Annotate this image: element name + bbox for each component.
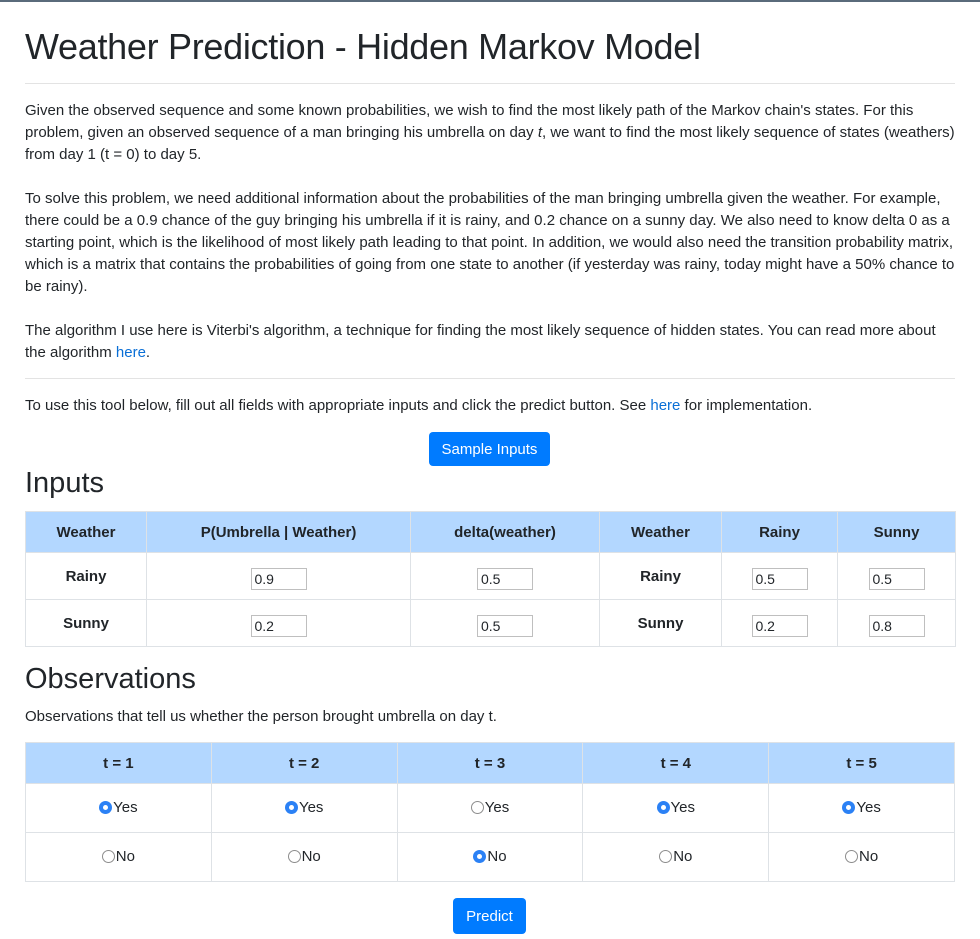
table-cell (410, 599, 600, 647)
radio-icon (659, 849, 673, 863)
radio-label: Yes (670, 798, 696, 816)
transition-sunny-sunny-input[interactable] (868, 615, 925, 637)
radio-label: No (487, 847, 507, 865)
radio-icon (284, 800, 298, 814)
algorithm-link[interactable]: here (116, 344, 146, 361)
radio-yes-t4[interactable]: Yes (656, 798, 696, 816)
radio-no-t1[interactable]: No (101, 847, 135, 865)
column-header-rainy: Rainy (721, 511, 838, 553)
table-cell: No (396, 832, 584, 882)
radio-no-t2[interactable]: No (287, 847, 321, 865)
usage-text: for implementation. (680, 397, 813, 414)
intro-paragraph-1: Given the observed sequence and some kno… (25, 100, 955, 166)
column-header-sunny: Sunny (837, 511, 956, 553)
radio-label: No (115, 847, 135, 865)
predict-button[interactable]: Predict (453, 898, 526, 934)
observations-heading: Observations (25, 663, 196, 695)
table-cell: No (582, 832, 770, 882)
column-header-t2: t = 2 (210, 742, 398, 784)
table-cell (837, 599, 956, 647)
radio-icon (845, 849, 858, 863)
delta-sunny-input[interactable] (477, 615, 533, 637)
table-cell: No (210, 832, 398, 882)
table-row: Rainy Rainy (25, 552, 956, 600)
radio-label: Yes (113, 798, 138, 816)
table-cell (721, 552, 838, 600)
intro-paragraph-3: The algorithm I use here is Viterbi's al… (25, 320, 955, 364)
yes-row: Yes Yes Yes Yes Yes (25, 783, 955, 833)
table-cell (410, 552, 600, 600)
radio-label: No (673, 847, 693, 865)
column-header-t4: t = 4 (582, 742, 770, 784)
row-label-rainy: Rainy (25, 552, 147, 600)
radio-icon (470, 800, 484, 814)
transition-rainy-rainy-input[interactable] (751, 568, 808, 590)
radio-no-t3[interactable]: No (473, 847, 507, 865)
transition-row-label-rainy: Rainy (599, 552, 722, 600)
observations-description: Observations that tell us whether the pe… (25, 708, 497, 725)
table-cell: No (768, 832, 955, 882)
radio-yes-t3[interactable]: Yes (470, 798, 510, 816)
table-cell (146, 552, 411, 600)
row-label-sunny: Sunny (25, 599, 147, 647)
observations-header-row: t = 1 t = 2 t = 3 t = 4 t = 5 (25, 742, 955, 784)
table-cell: Yes (396, 783, 584, 833)
usage-text: To use this tool below, fill out all fie… (25, 397, 651, 414)
radio-yes-t1[interactable]: Yes (99, 798, 138, 816)
table-cell: Yes (25, 783, 212, 833)
radio-icon (842, 800, 856, 814)
column-header-p-umbrella: P(Umbrella | Weather) (146, 511, 411, 553)
inputs-heading: Inputs (25, 467, 104, 499)
radio-label: No (859, 847, 879, 865)
transition-sunny-rainy-input[interactable] (751, 615, 808, 637)
radio-icon (99, 800, 113, 814)
p-umbrella-rainy-input[interactable] (250, 568, 307, 590)
window-top-border (0, 0, 980, 2)
page-title: Weather Prediction - Hidden Markov Model (25, 26, 701, 67)
observations-table: t = 1 t = 2 t = 3 t = 4 t = 5 Yes Yes Ye… (25, 742, 955, 882)
implementation-link[interactable]: here (650, 397, 680, 414)
radio-label: Yes (484, 798, 510, 816)
usage-paragraph: To use this tool below, fill out all fie… (25, 395, 955, 417)
radio-no-t5[interactable]: No (845, 848, 878, 865)
radio-icon (656, 800, 670, 814)
table-cell: Yes (582, 783, 770, 833)
intro-text: . (145, 344, 151, 361)
transition-rainy-sunny-input[interactable] (868, 568, 925, 590)
radio-yes-t5[interactable]: Yes (842, 798, 881, 816)
sample-inputs-button[interactable]: Sample Inputs (429, 432, 550, 466)
column-header-delta: delta(weather) (410, 511, 600, 553)
no-row: No No No No No (25, 832, 955, 882)
table-cell (721, 599, 838, 647)
table-row: Sunny Sunny (25, 599, 956, 647)
column-header-t1: t = 1 (25, 742, 212, 784)
divider (25, 378, 955, 379)
table-cell: Yes (768, 783, 955, 833)
inputs-header-row: Weather P(Umbrella | Weather) delta(weat… (25, 511, 956, 553)
radio-yes-t2[interactable]: Yes (284, 798, 324, 816)
radio-icon (287, 849, 301, 863)
delta-rainy-input[interactable] (477, 568, 533, 590)
radio-no-t4[interactable]: No (659, 848, 692, 865)
column-header-weather: Weather (25, 511, 147, 553)
divider (25, 83, 955, 84)
column-header-weather-transition: Weather (599, 511, 722, 553)
intro-text: The algorithm I use here is Viterbi's al… (25, 322, 936, 361)
p-umbrella-sunny-input[interactable] (250, 615, 307, 637)
table-cell (146, 599, 411, 647)
column-header-t5: t = 5 (768, 742, 955, 784)
table-cell (837, 552, 956, 600)
inputs-table: Weather P(Umbrella | Weather) delta(weat… (25, 511, 956, 647)
intro-paragraph-2: To solve this problem, we need additiona… (25, 190, 955, 295)
radio-label: Yes (298, 798, 324, 816)
column-header-t3: t = 3 (396, 742, 584, 784)
table-cell: No (25, 832, 212, 882)
radio-icon (101, 849, 115, 863)
radio-label: Yes (856, 798, 881, 816)
radio-icon (473, 849, 487, 863)
transition-row-label-sunny: Sunny (599, 599, 722, 647)
table-cell: Yes (210, 783, 398, 833)
radio-label: No (301, 847, 321, 865)
